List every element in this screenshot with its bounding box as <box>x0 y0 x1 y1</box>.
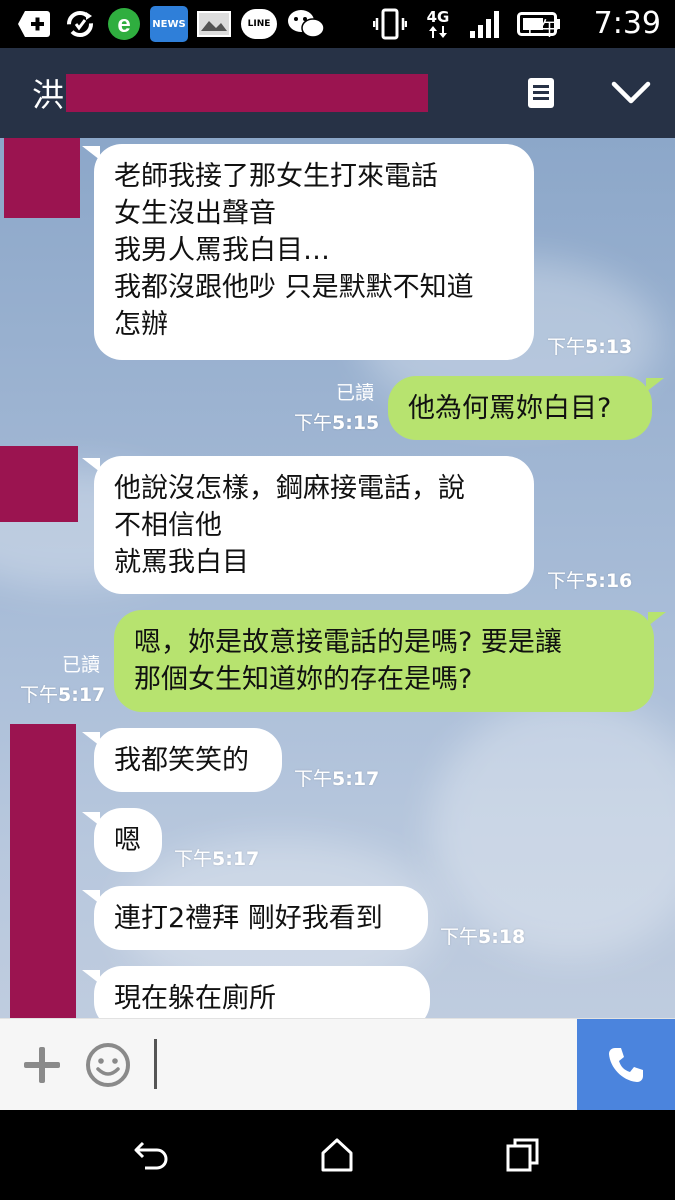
news-icon: NEWS <box>150 6 188 42</box>
chat-header: 洪 <box>0 48 675 138</box>
message-time: 下午5:16 <box>547 570 633 592</box>
vibrate-icon <box>372 8 408 40</box>
incoming-message[interactable]: 現在躲在廁所 <box>94 966 430 1018</box>
status-time: 7:39 <box>593 6 661 41</box>
message-time: 下午5:15 <box>294 412 380 434</box>
status-ampm: 上午 <box>520 18 559 40</box>
outgoing-message[interactable]: 他為何罵妳白目? <box>388 376 652 440</box>
line-icon: LINE <box>240 8 278 40</box>
bubble-tail <box>648 612 666 626</box>
network-label: 4G <box>426 8 450 26</box>
name-redaction <box>66 74 428 112</box>
read-receipt: 已讀 <box>336 382 375 404</box>
contact-name[interactable]: 洪 <box>32 70 64 116</box>
notes-icon[interactable] <box>518 70 564 116</box>
avatar[interactable] <box>0 446 78 522</box>
wechat-icon <box>286 8 326 40</box>
outgoing-message[interactable]: 嗯，妳是故意接電話的是嗎? 要是讓 那個女生知道妳的存在是嗎? <box>114 610 654 712</box>
news-label: NEWS <box>150 6 188 42</box>
emoji-icon[interactable] <box>84 1041 132 1089</box>
add-notification-icon <box>16 8 52 40</box>
message-input[interactable] <box>154 1039 157 1089</box>
call-button[interactable] <box>577 1019 675 1111</box>
line-label: LINE <box>241 9 277 39</box>
status-bar: e NEWS LINE 4G 上午 7:39 <box>0 0 675 48</box>
network-4g-icon: 4G <box>420 8 456 40</box>
incoming-message[interactable]: 連打2禮拜 剛好我看到 <box>94 886 428 950</box>
recent-apps-icon[interactable] <box>500 1132 546 1178</box>
chat-area[interactable]: 老師我接了那女生打來電話 女生沒出聲音 我男人罵我白目… 我都沒跟他吵 只是默默… <box>0 138 675 1018</box>
svg-text:e: e <box>117 11 130 38</box>
phone-icon <box>609 1048 643 1082</box>
message-time: 下午5:17 <box>20 684 106 706</box>
message-time: 下午5:18 <box>440 926 526 948</box>
message-time: 下午5:17 <box>294 768 380 790</box>
incoming-message[interactable]: 他說沒怎樣，鋼麻接電話，說 不相信他 就罵我白目 <box>94 456 534 594</box>
read-receipt: 已讀 <box>62 654 101 676</box>
navigation-bar <box>0 1110 675 1200</box>
message-input-bar <box>0 1018 675 1111</box>
home-icon[interactable] <box>314 1132 360 1178</box>
browser-icon: e <box>106 8 142 40</box>
sync-icon <box>62 8 98 40</box>
avatar[interactable] <box>10 724 76 1018</box>
incoming-message[interactable]: 嗯 <box>94 808 162 872</box>
bubble-tail <box>646 378 664 392</box>
incoming-message[interactable]: 老師我接了那女生打來電話 女生沒出聲音 我男人罵我白目… 我都沒跟他吵 只是默默… <box>94 144 534 360</box>
incoming-message[interactable]: 我都笑笑的 <box>94 728 282 792</box>
signal-icon <box>466 8 506 40</box>
chevron-down-icon[interactable] <box>608 70 654 116</box>
back-icon[interactable] <box>128 1132 174 1178</box>
message-time: 下午5:17 <box>174 848 260 870</box>
message-time: 下午5:13 <box>547 336 633 358</box>
plus-icon[interactable] <box>18 1041 66 1089</box>
gallery-icon <box>196 8 232 40</box>
avatar[interactable] <box>4 138 80 218</box>
